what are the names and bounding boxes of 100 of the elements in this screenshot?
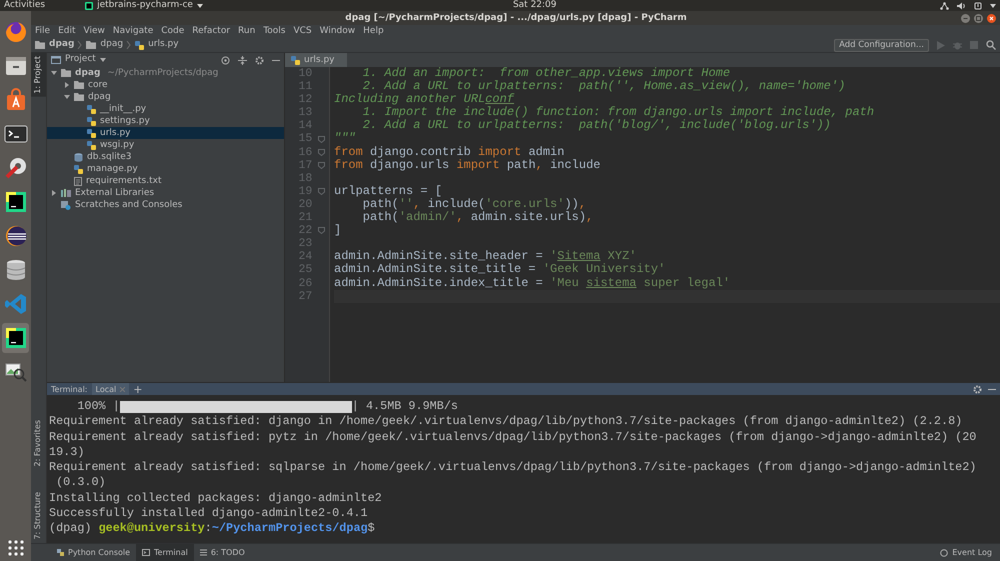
menu-item[interactable]: Code <box>161 25 184 38</box>
code-line: from django.urls import path, include <box>334 158 600 172</box>
terminal-line: 19.3) <box>49 444 86 460</box>
caret-icon[interactable] <box>100 57 106 63</box>
target-icon[interactable] <box>221 56 230 64</box>
minimize-icon[interactable] <box>961 14 970 22</box>
prompt-path: ~/PycharmProjects/dpag <box>212 521 368 537</box>
tree-item[interactable]: core <box>47 79 284 91</box>
event-log-icon[interactable] <box>940 548 948 556</box>
chevron-icon <box>77 41 82 49</box>
python-file-icon <box>87 116 96 126</box>
code-line: """ <box>334 132 356 146</box>
code-line: 1. Import the include() function: from django.urls import include, path <box>362 106 874 120</box>
menu-item[interactable]: Refactor <box>192 25 230 38</box>
code-line: admin.AdminSite.index_title = 'Meu sistema super legal' <box>334 276 730 290</box>
code-line: ] <box>334 224 342 238</box>
terminal-icon <box>142 549 150 556</box>
code-line: 2. Add a URL to urlpatterns: path('blog/', include('blog.urls')) <box>362 119 831 132</box>
prompt-env: (dpag) <box>49 521 92 537</box>
breadcrumb-item[interactable]: dpag <box>100 38 124 52</box>
tree-item[interactable]: settings.py <box>47 115 284 127</box>
expand-arrow-icon[interactable] <box>51 190 57 196</box>
tree-item[interactable]: dpag ~/PycharmProjects/dpag <box>47 67 284 79</box>
fold-marker-icon[interactable] <box>318 162 326 169</box>
tree-item[interactable]: manage.py <box>47 163 284 175</box>
search-icon[interactable] <box>986 40 996 50</box>
chevron-icon <box>126 41 132 49</box>
tool-window-tab[interactable]: 7: Structure <box>31 489 46 543</box>
power-icon[interactable] <box>974 2 982 10</box>
python-file-icon <box>87 128 96 138</box>
expand-arrow-icon[interactable] <box>51 70 57 76</box>
terminal-line: Installing collected packages: django-adminlte2 <box>49 490 383 506</box>
menu-item[interactable]: Edit <box>58 25 76 38</box>
menu-item[interactable]: Navigate <box>112 25 154 38</box>
event-log-button[interactable]: Event Log <box>952 546 992 558</box>
scratch-file-icon <box>61 200 71 210</box>
terminal-line: Requirement already satisfied: sqlparse in /home/geek/.virtualenvs/dpag/lib/python3.7/site-packages (from django->django-adminlte2) <box>49 460 978 476</box>
menu-item[interactable]: Window <box>320 25 356 38</box>
editor-tab[interactable]: urls.py <box>285 53 346 67</box>
terminal-tab[interactable]: Local <box>92 382 130 396</box>
app-icon <box>85 2 94 10</box>
menu-item[interactable]: Run <box>238 25 256 38</box>
tree-item[interactable]: dpag <box>47 91 284 103</box>
add-tab-button[interactable]: + <box>129 382 146 396</box>
python-file-icon <box>87 140 96 150</box>
tree-item[interactable]: db.sqlite3 <box>47 151 284 163</box>
fold-marker-icon[interactable] <box>318 188 326 195</box>
folder-icon <box>86 41 96 49</box>
tree-item[interactable]: External Libraries <box>47 187 284 199</box>
tool-window-button[interactable]: Python Console <box>51 544 136 561</box>
add-configuration-button[interactable]: Add Configuration... <box>834 38 929 52</box>
tree-item[interactable]: Scratches and Consoles <box>47 199 284 211</box>
code-line: admin.AdminSite.site_title = 'Geek University' <box>334 263 666 276</box>
tool-window-tab[interactable]: 1: Project <box>31 53 46 97</box>
text-file-icon <box>74 176 82 186</box>
tree-item[interactable]: requirements.txt <box>47 175 284 187</box>
breadcrumb-item[interactable]: dpag <box>49 38 74 52</box>
tool-window-button[interactable]: Terminal <box>136 544 194 561</box>
menu-item[interactable]: File <box>35 25 50 38</box>
python-file-icon <box>87 104 96 114</box>
terminal-line: (0.3.0) <box>55 475 107 491</box>
breadcrumb-item[interactable]: urls.py <box>148 38 179 52</box>
folder-icon <box>35 41 45 49</box>
maximize-icon[interactable] <box>974 14 983 22</box>
fold-marker-icon[interactable] <box>318 227 326 234</box>
settings-icon[interactable] <box>973 384 982 394</box>
tool-window-button[interactable]: 6: TODO <box>194 544 251 561</box>
app-menu[interactable]: jetbrains-pycharm-ce <box>97 0 193 11</box>
menu-item[interactable]: View <box>84 25 105 38</box>
library-icon <box>61 189 71 197</box>
code-line: path('admin/', admin.site.urls), <box>362 211 594 224</box>
clock[interactable]: Sat 22:09 <box>512 0 557 11</box>
menu-item[interactable]: Tools <box>263 25 286 38</box>
fold-marker-icon[interactable] <box>318 136 326 143</box>
code-line: admin.AdminSite.site_header = 'Sitema XYZ' <box>334 250 636 264</box>
code-line: 2. Add a URL to urlpatterns: path('', Home.as_view(), name='home') <box>362 80 846 94</box>
caret-icon[interactable] <box>990 2 996 8</box>
python-file-icon <box>291 56 300 64</box>
terminal-line: Successfully installed django-adminlte2-0.4.1 <box>49 506 369 522</box>
panel-icon <box>51 56 61 64</box>
tree-item[interactable]: __init__.py <box>47 103 284 115</box>
activities-button[interactable]: Activities <box>4 0 46 11</box>
tree-item[interactable]: wsgi.py <box>47 139 284 151</box>
code-line: path('', include('core.urls')), <box>362 198 586 211</box>
network-icon[interactable] <box>940 2 949 10</box>
code-line: urlpatterns = [ <box>334 184 442 198</box>
collapse-icon[interactable] <box>238 56 247 64</box>
close-icon[interactable] <box>987 14 996 22</box>
menu-item[interactable]: VCS <box>293 25 312 38</box>
fold-marker-icon[interactable] <box>318 148 326 156</box>
window-title: dpag [~/PycharmProjects/dpag] - .../dpag/urls.py [dpag] - PyCharm <box>344 12 688 25</box>
settings-icon[interactable] <box>255 56 264 64</box>
tool-window-tab[interactable]: 2: Favorites <box>31 416 46 470</box>
menu-item[interactable]: Help <box>363 25 384 38</box>
panel-title[interactable]: Project <box>65 53 96 67</box>
tree-item[interactable]: urls.py <box>47 127 284 139</box>
app-grid-icon[interactable] <box>6 539 24 557</box>
volume-icon[interactable] <box>957 2 966 10</box>
progress-reading: | 4.5MB 9.9MB/s <box>352 399 458 414</box>
python-file-icon <box>135 40 144 50</box>
